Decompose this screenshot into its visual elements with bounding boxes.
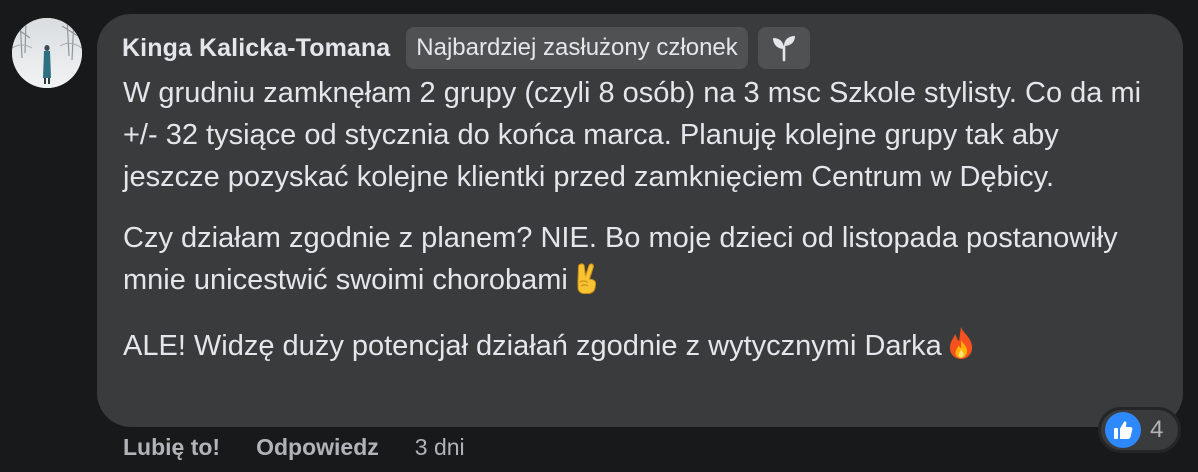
- sprout-icon[interactable]: [757, 27, 810, 69]
- comment-paragraph: ALE! Widzę duży potencjał działań zgodni…: [123, 325, 1163, 372]
- avatar-photo: [12, 18, 82, 88]
- comment-thread: Kinga Kalicka-Tomana Najbardziej zasłużo…: [0, 0, 1198, 472]
- like-button[interactable]: Lubię to!: [123, 434, 220, 461]
- reaction-summary[interactable]: 4: [1098, 407, 1181, 453]
- thumbs-up-icon: [1105, 412, 1141, 448]
- comment-timestamp[interactable]: 3 dni: [415, 434, 465, 461]
- fire-icon: [946, 326, 976, 372]
- comment-paragraph: W grudniu zamknęłam 2 grupy (czyli 8 osó…: [123, 77, 1142, 193]
- reaction-count: 4: [1150, 416, 1164, 443]
- comment-header: Kinga Kalicka-Tomana Najbardziej zasłużo…: [122, 26, 810, 70]
- avatar[interactable]: [12, 18, 82, 88]
- victory-hand-icon: [572, 262, 602, 306]
- comment-actions: Lubię to! Odpowiedz 3 dni: [123, 432, 465, 462]
- author-name[interactable]: Kinga Kalicka-Tomana: [122, 34, 390, 63]
- member-badge[interactable]: Najbardziej zasłużony członek: [406, 27, 748, 69]
- comment-body: W grudniu zamknęłam 2 grupy (czyli 8 osó…: [123, 72, 1163, 372]
- comment-paragraph: Czy działam zgodnie z planem? NIE. Bo mo…: [123, 217, 1163, 306]
- reply-button[interactable]: Odpowiedz: [256, 434, 379, 461]
